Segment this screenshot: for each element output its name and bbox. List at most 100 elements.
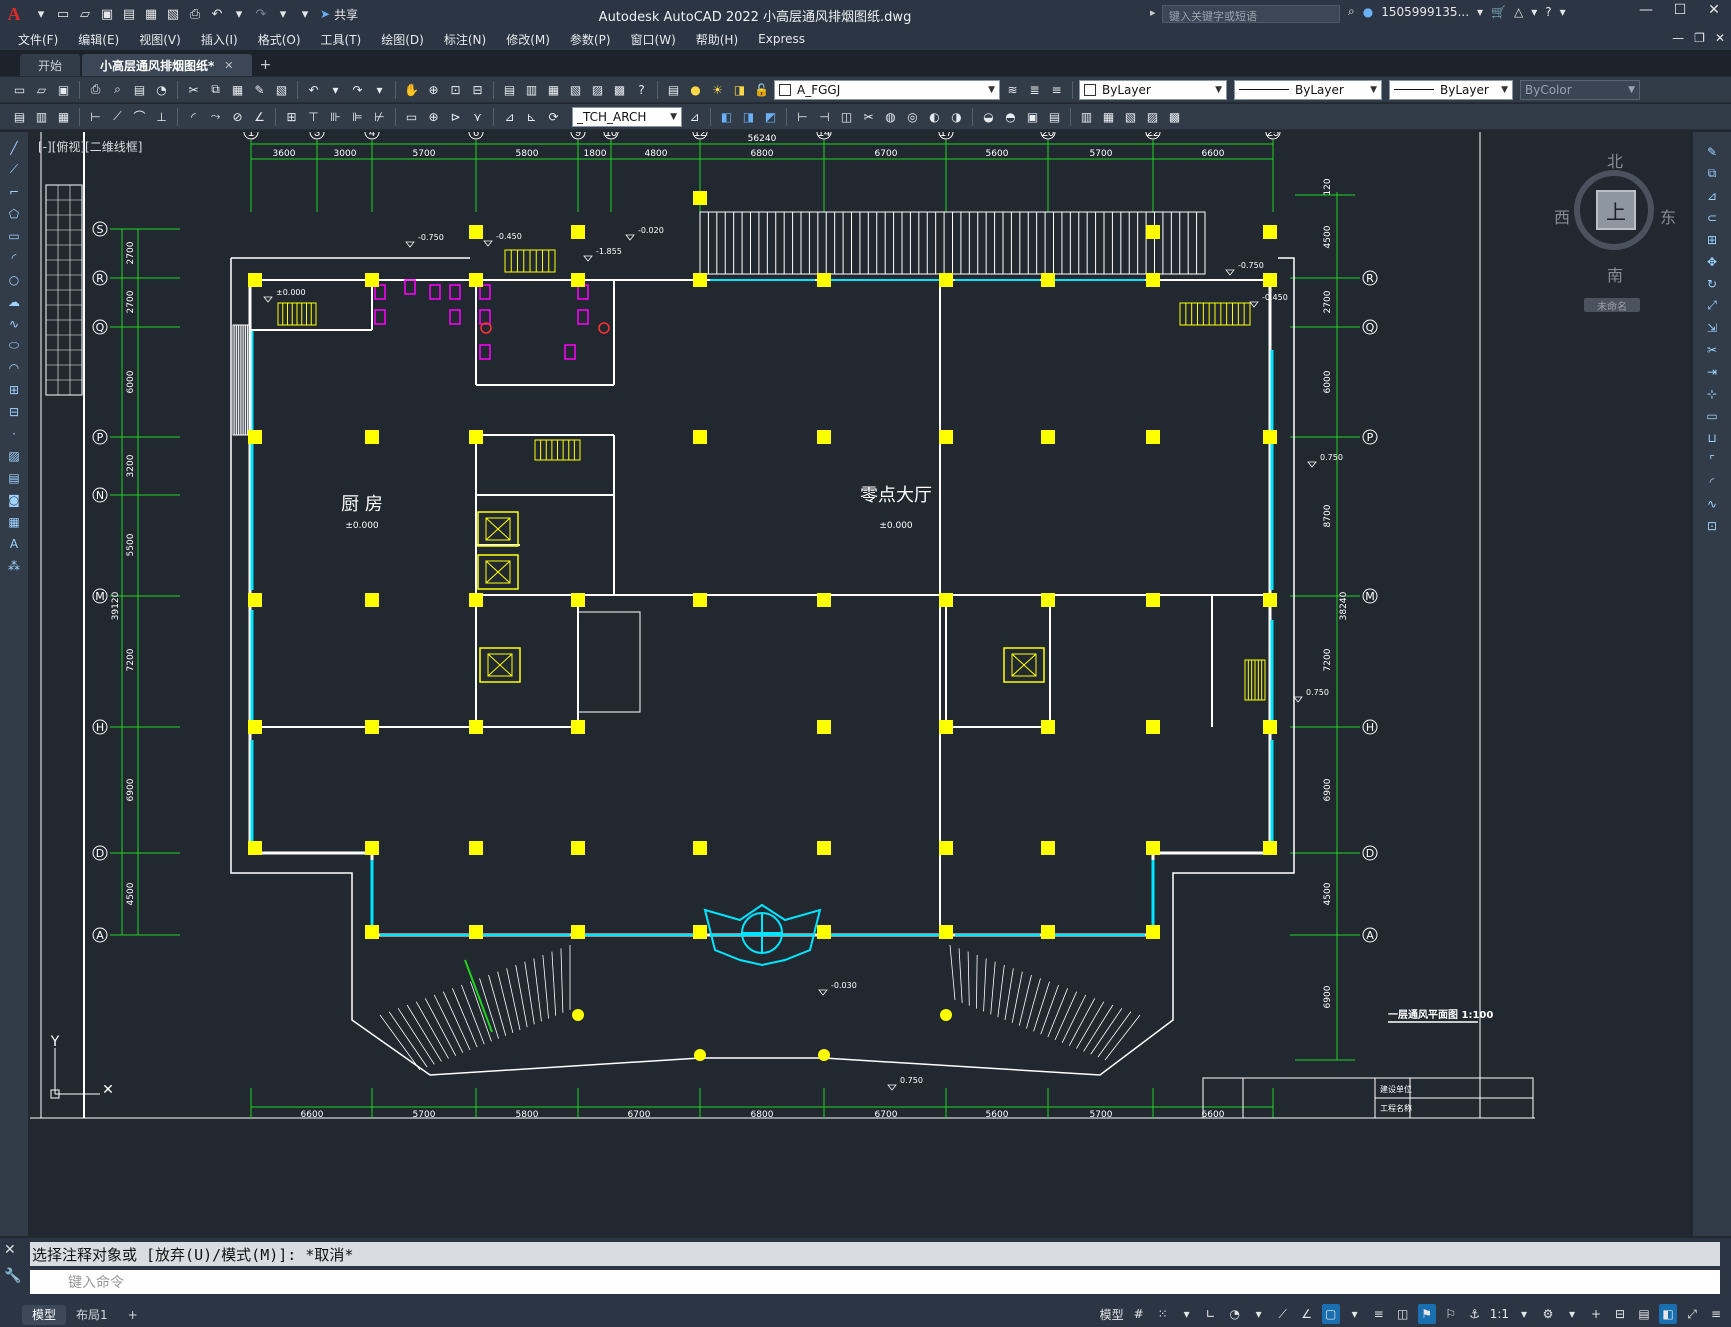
3dprint-icon[interactable]: ◔ bbox=[152, 80, 171, 99]
open-file-icon[interactable]: ▱ bbox=[76, 5, 94, 23]
inspect-icon[interactable]: ⊳ bbox=[446, 107, 465, 126]
viewcube[interactable]: 上 北 南 东 西 未命名 bbox=[1554, 150, 1676, 313]
properties-icon[interactable]: ▤ bbox=[500, 80, 519, 99]
transparency-icon[interactable]: ◫ bbox=[1394, 1304, 1412, 1324]
menu-draw[interactable]: 绘图(D) bbox=[381, 31, 424, 48]
mirror-icon[interactable]: ⊿ bbox=[1703, 186, 1722, 205]
share-button[interactable]: ➤ 共享 bbox=[320, 6, 358, 23]
tab-close-icon[interactable]: ✕ bbox=[224, 59, 233, 72]
ortho-icon[interactable]: ∟ bbox=[1202, 1304, 1220, 1324]
modify-icon[interactable]: ▤ bbox=[1045, 107, 1064, 126]
customize-dropdown-icon[interactable]: ▾ bbox=[296, 5, 314, 23]
copy-icon[interactable]: ⧉ bbox=[206, 80, 225, 99]
add-layout-button[interactable]: + bbox=[118, 1305, 148, 1325]
pan-icon[interactable]: ✋ bbox=[402, 80, 421, 99]
modify-icon[interactable]: ▩ bbox=[1165, 107, 1184, 126]
tab-model[interactable]: 模型 bbox=[22, 1304, 67, 1325]
text-style-combo[interactable]: _TCH_ARCH ▼ bbox=[572, 106, 682, 127]
arc-length-icon[interactable]: ⌒ bbox=[130, 107, 149, 126]
toolbar-icon[interactable]: ▤ bbox=[10, 107, 29, 126]
snap-icon[interactable]: ⁙ bbox=[1154, 1304, 1172, 1324]
annotation-visibility-icon[interactable]: ⚑ bbox=[1417, 1304, 1436, 1324]
arc-icon[interactable]: ◜ bbox=[5, 248, 24, 267]
menu-tools[interactable]: 工具(T) bbox=[321, 31, 362, 48]
user-dropdown-icon[interactable]: ▾ bbox=[1477, 5, 1483, 19]
annotation-scale-icon[interactable]: ⚓ bbox=[1466, 1304, 1484, 1324]
snap-dropdown-icon[interactable]: ▾ bbox=[1178, 1304, 1196, 1324]
move-icon[interactable]: ✥ bbox=[1703, 252, 1722, 271]
ellipse-icon[interactable]: ⬭ bbox=[5, 336, 24, 355]
line-icon[interactable]: ╱ bbox=[5, 138, 24, 157]
rectangle-icon[interactable]: ▭ bbox=[5, 226, 24, 245]
layer-properties-icon[interactable]: ▤ bbox=[664, 80, 683, 99]
undo-icon[interactable]: ↶ bbox=[304, 80, 323, 99]
menu-help[interactable]: 帮助(H) bbox=[696, 31, 738, 48]
search-expand-icon[interactable]: ▸ bbox=[1150, 6, 1156, 19]
annotation-monitor-icon[interactable]: + bbox=[1587, 1304, 1605, 1324]
toolbar-icon[interactable]: ▥ bbox=[32, 107, 51, 126]
modify-icon[interactable]: ◩ bbox=[761, 107, 780, 126]
model-space-label[interactable]: 模型 bbox=[1100, 1306, 1124, 1323]
new-tab-button[interactable]: + bbox=[254, 54, 278, 76]
compass-west[interactable]: 西 bbox=[1554, 204, 1570, 228]
make-block-icon[interactable]: ⊟ bbox=[5, 402, 24, 421]
erase-icon[interactable]: ✎ bbox=[1703, 142, 1722, 161]
join-icon[interactable]: ⊔ bbox=[1703, 428, 1722, 447]
redo-dropdown-icon[interactable]: ▾ bbox=[370, 80, 389, 99]
viewcube-top-face[interactable]: 上 bbox=[1596, 190, 1636, 230]
construction-line-icon[interactable]: ⟋ bbox=[5, 160, 24, 179]
chamfer-icon[interactable]: ⌜ bbox=[1703, 450, 1722, 469]
jogged-linear-icon[interactable]: ⋎ bbox=[468, 107, 487, 126]
cart-icon[interactable]: 🛒 bbox=[1491, 5, 1506, 19]
menu-window[interactable]: 窗口(W) bbox=[631, 31, 676, 48]
add-selected-icon[interactable]: ⁂ bbox=[5, 556, 24, 575]
break-at-point-icon[interactable]: ⊹ bbox=[1703, 384, 1722, 403]
workspace-dropdown-icon[interactable]: ▾ bbox=[1563, 1304, 1581, 1324]
design-center-icon[interactable]: ▥ bbox=[522, 80, 541, 99]
zoom-window-icon[interactable]: ⊡ bbox=[446, 80, 465, 99]
layer-on-icon[interactable]: ● bbox=[686, 80, 705, 99]
compass-east[interactable]: 东 bbox=[1660, 204, 1676, 228]
layer-combo[interactable]: A_FGGJ ▼ bbox=[774, 79, 1000, 100]
explode-icon[interactable]: ⊡ bbox=[1703, 516, 1722, 535]
blend-icon[interactable]: ∿ bbox=[1703, 494, 1722, 513]
aligned-dim-icon[interactable]: ⟋ bbox=[108, 107, 127, 126]
hatch-icon[interactable]: ▨ bbox=[5, 446, 24, 465]
spline-icon[interactable]: ∿ bbox=[5, 314, 24, 333]
fillet-icon[interactable]: ◜ bbox=[1703, 472, 1722, 491]
autocad-logo-icon[interactable]: A bbox=[0, 0, 28, 28]
help-search-input[interactable]: 键入关键字或短语 bbox=[1162, 5, 1340, 23]
matchprop-icon[interactable]: ✎ bbox=[250, 80, 269, 99]
table-icon[interactable]: ▦ bbox=[5, 512, 24, 531]
cut-icon[interactable]: ✂ bbox=[184, 80, 203, 99]
plotstyle-combo[interactable]: ByColor ▼ bbox=[1520, 79, 1640, 100]
compass-south[interactable]: 南 bbox=[1607, 262, 1623, 286]
scale-icon[interactable]: ⤢ bbox=[1703, 296, 1722, 315]
angular-dim-icon[interactable]: ∠ bbox=[250, 107, 269, 126]
modify-icon[interactable]: ◒ bbox=[979, 107, 998, 126]
grid-icon[interactable]: # bbox=[1130, 1304, 1148, 1324]
rotate-icon[interactable]: ↻ bbox=[1703, 274, 1722, 293]
doc-restore-icon[interactable]: ❐ bbox=[1694, 31, 1705, 45]
layer-lock-icon[interactable]: 🔓 bbox=[752, 80, 771, 99]
modify-icon[interactable]: ◨ bbox=[739, 107, 758, 126]
preview-icon[interactable]: ⌕ bbox=[108, 80, 127, 99]
redo-icon[interactable]: ↷ bbox=[252, 5, 270, 23]
make-current-layer-icon[interactable]: ≋ bbox=[1003, 80, 1022, 99]
layer-previous-icon[interactable]: ≣ bbox=[1025, 80, 1044, 99]
isodraft-icon[interactable]: ⟋ bbox=[1274, 1304, 1292, 1324]
tool-palettes-icon[interactable]: ▦ bbox=[544, 80, 563, 99]
radius-dim-icon[interactable]: ◜ bbox=[184, 107, 203, 126]
help-dropdown-icon[interactable]: ▾ bbox=[1560, 5, 1566, 19]
plot-icon[interactable]: ⎙ bbox=[86, 80, 105, 99]
modify-icon[interactable]: ▥ bbox=[1077, 107, 1096, 126]
tolerance-icon[interactable]: ▭ bbox=[402, 107, 421, 126]
viewport-controls[interactable]: [-][俯视][二维线框] bbox=[38, 138, 142, 155]
modify-icon[interactable]: ◍ bbox=[881, 107, 900, 126]
continue-dim-icon[interactable]: ⊪ bbox=[326, 107, 345, 126]
modify-icon[interactable]: ◓ bbox=[1001, 107, 1020, 126]
dim-space-icon[interactable]: ⊫ bbox=[348, 107, 367, 126]
markup-icon[interactable]: ▨ bbox=[588, 80, 607, 99]
ordinate-dim-icon[interactable]: ⊥ bbox=[152, 107, 171, 126]
open-icon[interactable]: ▱ bbox=[32, 80, 51, 99]
